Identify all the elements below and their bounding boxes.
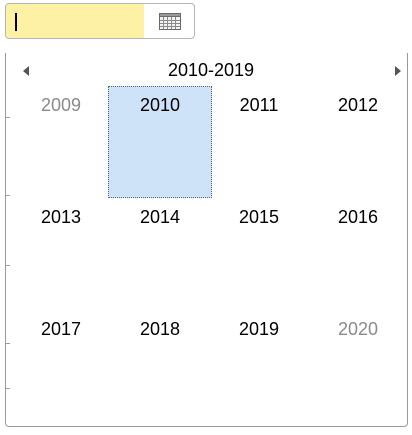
calendar-toggle-button[interactable] bbox=[146, 4, 194, 38]
calendar-icon bbox=[159, 12, 181, 30]
decade-title[interactable]: 2010-2019 bbox=[156, 60, 266, 81]
year-cell[interactable]: 2016 bbox=[306, 198, 410, 310]
year-cell[interactable]: 2015 bbox=[207, 198, 311, 310]
year-cell-out-of-range[interactable]: 2009 bbox=[9, 86, 113, 198]
triangle-right-icon[interactable] bbox=[390, 63, 406, 79]
date-picker-screen: 2010-2019 2009 2010 2011 2012 2013 2014 … bbox=[0, 0, 412, 435]
text-caret bbox=[15, 13, 17, 31]
year-cell-selected[interactable]: 2010 bbox=[108, 86, 212, 198]
year-cell-out-of-range[interactable]: 2020 bbox=[306, 310, 410, 422]
date-input-container bbox=[5, 3, 195, 39]
date-input[interactable] bbox=[6, 4, 144, 38]
calendar-nav: 2010-2019 bbox=[6, 57, 407, 85]
year-cell[interactable]: 2017 bbox=[9, 310, 113, 422]
triangle-left-icon[interactable] bbox=[18, 63, 34, 79]
calendar-dropdown-panel: 2010-2019 2009 2010 2011 2012 2013 2014 … bbox=[5, 53, 408, 427]
year-cell[interactable]: 2012 bbox=[306, 86, 410, 198]
year-cell[interactable]: 2019 bbox=[207, 310, 311, 422]
year-cell[interactable]: 2013 bbox=[9, 198, 113, 310]
year-cell[interactable]: 2014 bbox=[108, 198, 212, 310]
year-cell[interactable]: 2011 bbox=[207, 86, 311, 198]
year-cell[interactable]: 2018 bbox=[108, 310, 212, 422]
